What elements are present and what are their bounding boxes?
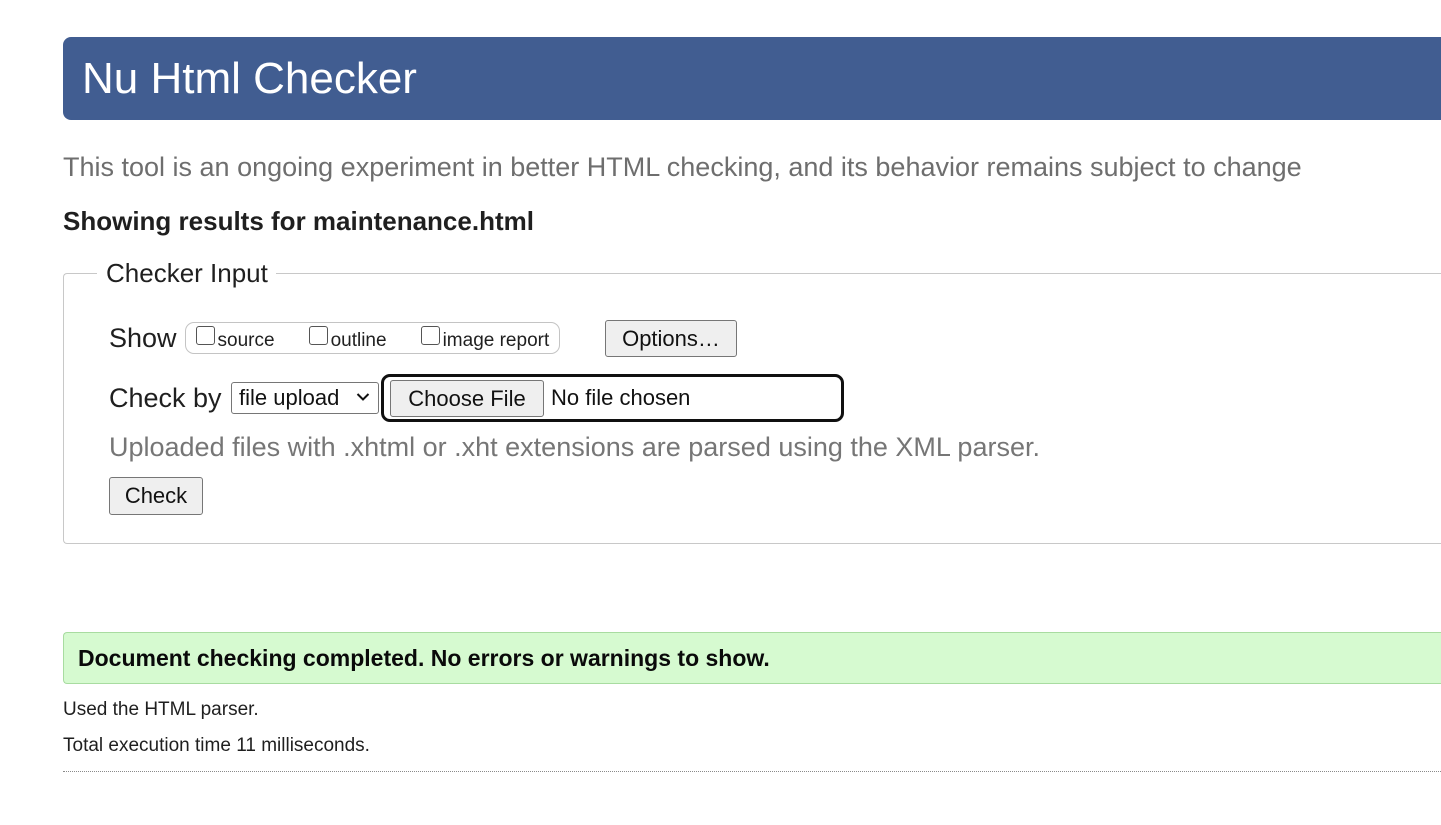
- chevron-down-icon: [356, 393, 370, 401]
- success-message: Document checking completed. No errors o…: [78, 644, 770, 671]
- show-label: Show: [109, 322, 177, 353]
- success-message-box: Document checking completed. No errors o…: [63, 632, 1441, 684]
- page: Nu Html Checker This tool is an ongoing …: [0, 0, 1441, 825]
- file-status-text: No file chosen: [551, 385, 691, 410]
- execution-time: Total execution time 11 milliseconds.: [63, 735, 370, 756]
- show-options-group: source outline image report: [184, 322, 561, 354]
- check-by-label: Check by: [109, 382, 222, 413]
- header-banner: Nu Html Checker: [63, 37, 1441, 120]
- intro-text: This tool is an ongoing experiment in be…: [63, 152, 1302, 182]
- parser-info: Used the HTML parser.: [63, 699, 259, 720]
- check-by-row: Check by: [109, 374, 222, 422]
- page-title: Nu Html Checker: [82, 54, 417, 103]
- image-report-checkbox-label: image report: [442, 330, 550, 351]
- image-report-checkbox[interactable]: [420, 325, 440, 345]
- footer-divider: [63, 771, 1441, 772]
- options-button[interactable]: Options…: [605, 320, 737, 357]
- choose-file-button[interactable]: Choose File: [390, 380, 544, 417]
- outline-checkbox[interactable]: [308, 325, 328, 345]
- check-by-selected-value: file upload: [239, 385, 340, 410]
- outline-checkbox-label: outline: [330, 330, 387, 351]
- show-row: Show source outline image report: [109, 319, 561, 357]
- show-outline-option[interactable]: outline: [308, 325, 387, 351]
- show-source-option[interactable]: source: [195, 325, 275, 351]
- checker-input-legend: Checker Input: [106, 258, 268, 288]
- check-by-select[interactable]: file upload: [231, 382, 379, 414]
- xml-parser-hint: Uploaded files with .xhtml or .xht exten…: [109, 432, 1040, 462]
- check-button[interactable]: Check: [109, 477, 203, 515]
- source-checkbox[interactable]: [195, 325, 215, 345]
- results-heading: Showing results for maintenance.html: [63, 206, 534, 236]
- source-checkbox-label: source: [217, 330, 275, 351]
- show-image-report-option[interactable]: image report: [420, 325, 550, 351]
